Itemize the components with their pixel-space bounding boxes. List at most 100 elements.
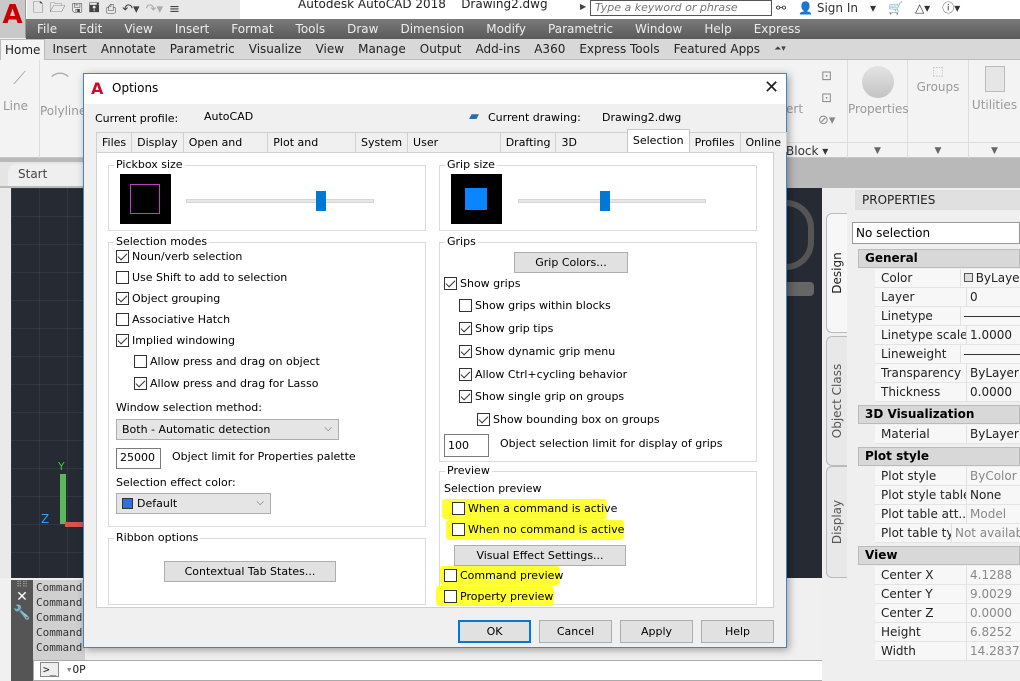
checkbox-box[interactable]: [459, 299, 472, 312]
binoculars-icon[interactable]: ⚯: [776, 1, 786, 15]
ribbon-tab-a360[interactable]: A360: [527, 42, 572, 56]
grip-tips-checkbox[interactable]: Show grip tips: [459, 322, 553, 335]
tab-design[interactable]: Design: [826, 213, 847, 333]
checkbox-box[interactable]: [444, 277, 457, 290]
prop-row[interactable]: Height 6.8252: [875, 623, 1020, 642]
checkbox-box[interactable]: [459, 345, 472, 358]
menu-insert[interactable]: Insert: [164, 22, 220, 36]
prop-row[interactable]: Color ByLayer: [875, 269, 1020, 288]
save-as-icon[interactable]: 🖬: [89, 0, 100, 21]
ribbon-tab-addins[interactable]: Add-ins: [468, 42, 527, 56]
ribbon-tab-annotate[interactable]: Annotate: [94, 42, 163, 56]
checkbox-box[interactable]: [477, 413, 490, 426]
tab-object-class[interactable]: Object Class: [826, 336, 847, 466]
ribbon-tab-visualize[interactable]: Visualize: [242, 42, 309, 56]
checkbox-box[interactable]: [459, 322, 472, 335]
block-panel-footer[interactable]: Block ▾: [786, 142, 847, 158]
object-grouping-checkbox[interactable]: Object grouping: [116, 292, 220, 305]
redo-icon[interactable]: ↷▾: [146, 2, 163, 17]
search-input[interactable]: Type a keyword or phrase: [590, 0, 772, 16]
grip-limit-input[interactable]: 100: [444, 434, 489, 457]
noun-verb-checkbox[interactable]: Noun/verb selection: [116, 250, 242, 263]
group-plot-style[interactable]: Plot style: [858, 447, 1020, 466]
help-button[interactable]: Help: [701, 620, 774, 643]
tab-display[interactable]: Display: [826, 466, 847, 578]
wrench-icon[interactable]: 🔧: [11, 605, 33, 621]
prop-row[interactable]: Center X 4.1288: [875, 566, 1020, 585]
checkbox-box[interactable]: [444, 569, 457, 582]
press-drag-lasso-checkbox[interactable]: Allow press and drag for Lasso: [134, 377, 318, 390]
single-grip-groups-checkbox[interactable]: Show single grip on groups: [459, 390, 624, 403]
menu-tools[interactable]: Tools: [285, 22, 337, 36]
prop-row[interactable]: Center Z 0.0000: [875, 604, 1020, 623]
menu-dimension[interactable]: Dimension: [389, 22, 475, 36]
tab-files[interactable]: Files: [96, 132, 133, 152]
associative-hatch-checkbox[interactable]: Associative Hatch: [116, 313, 230, 326]
prop-row[interactable]: Lineweight: [875, 345, 1020, 364]
menu-parametric[interactable]: Parametric: [537, 22, 624, 36]
prop-row[interactable]: Plot style ByColor: [875, 467, 1020, 486]
utilities-expand-icon[interactable]: ▼: [969, 142, 1020, 158]
prop-row[interactable]: Transparency ByLayer: [875, 364, 1020, 383]
property-preview-checkbox[interactable]: Property preview: [444, 590, 553, 603]
menu-edit[interactable]: Edit: [68, 22, 113, 36]
checkbox-box[interactable]: [459, 368, 472, 381]
command-grip-icon[interactable]: ⠿⠿: [11, 580, 33, 589]
checkbox-box[interactable]: [116, 250, 129, 263]
wcs-menu[interactable]: [786, 282, 814, 296]
a360-icon[interactable]: △▾: [915, 1, 930, 15]
ctrl-cycling-checkbox[interactable]: Allow Ctrl+cycling behavior: [459, 368, 627, 381]
tab-3d-modeling[interactable]: 3D Modeling: [555, 132, 628, 168]
prop-row[interactable]: Width 14.2837: [875, 642, 1020, 661]
preview-no-command-checkbox[interactable]: When no command is active: [452, 523, 624, 536]
ribbon-minimize-icon[interactable]: ⏶▾: [767, 44, 793, 54]
cart-icon[interactable]: 🛒: [888, 1, 903, 15]
ribbon-utilities-panel[interactable]: Utilities ▼: [969, 60, 1020, 158]
ribbon-tab-featured-apps[interactable]: Featured Apps: [667, 42, 767, 56]
selection-dropdown[interactable]: No selection: [852, 222, 1020, 244]
ribbon-tab-parametric[interactable]: Parametric: [163, 42, 242, 56]
checkbox-box[interactable]: [116, 313, 129, 326]
tab-system[interactable]: System: [355, 132, 409, 152]
checkbox-box[interactable]: [116, 292, 129, 305]
prop-row[interactable]: Linetype scale 1.0000: [875, 326, 1020, 345]
sign-in-label[interactable]: Sign In: [817, 1, 858, 15]
application-menu-button[interactable]: A: [0, 0, 26, 38]
recent-commands-icon[interactable]: ▾: [66, 663, 73, 676]
save-icon[interactable]: 🖫: [72, 0, 83, 21]
customize-qat-icon[interactable]: ≡: [169, 2, 180, 17]
search-expand-icon[interactable]: ▶: [580, 2, 586, 11]
contextual-tab-states-button[interactable]: Contextual Tab States...: [164, 561, 336, 582]
menu-draw[interactable]: Draw: [336, 22, 389, 36]
use-shift-checkbox[interactable]: Use Shift to add to selection: [116, 271, 287, 284]
tab-user-preferences[interactable]: User Preferences: [407, 132, 501, 168]
show-grips-checkbox[interactable]: Show grips: [444, 277, 520, 290]
group-general[interactable]: General: [858, 249, 1020, 268]
menu-express[interactable]: Express: [743, 22, 812, 36]
menu-view[interactable]: View: [113, 22, 163, 36]
help-icon[interactable]: ⓘ▾: [942, 0, 960, 16]
menu-file[interactable]: File: [26, 22, 68, 36]
ribbon-tab-home[interactable]: Home: [0, 38, 46, 60]
ribbon-tab-express-tools[interactable]: Express Tools: [572, 42, 666, 56]
prop-row[interactable]: Material ByLayer: [875, 425, 1020, 444]
checkbox-box[interactable]: [134, 355, 147, 368]
ribbon-properties-panel[interactable]: Properties ▼: [848, 60, 909, 158]
ribbon-line-tool[interactable]: ⟋ Line: [0, 60, 40, 158]
prop-row[interactable]: Plot table att... Model: [875, 505, 1020, 524]
tab-selection[interactable]: Selection: [626, 129, 690, 152]
pickbox-slider-track[interactable]: [186, 199, 374, 203]
plot-icon[interactable]: ⎙: [106, 2, 116, 17]
insert-label[interactable]: ert: [786, 102, 803, 116]
block-tools-icons[interactable]: ⊡ ⊡ ⊘▾: [818, 66, 835, 132]
effect-color-dropdown[interactable]: Default ⌵: [116, 493, 271, 514]
dialog-title-bar[interactable]: [84, 74, 786, 104]
bounding-box-groups-checkbox[interactable]: Show bounding box on groups: [477, 413, 660, 426]
dynamic-grip-menu-checkbox[interactable]: Show dynamic grip menu: [459, 345, 615, 358]
checkbox-box[interactable]: [459, 390, 472, 403]
undo-icon[interactable]: ↶▾: [122, 2, 139, 17]
ribbon-groups-panel[interactable]: ⬚ Groups ▼: [908, 60, 969, 158]
tab-drafting[interactable]: Drafting: [499, 132, 557, 152]
start-tab[interactable]: Start: [8, 164, 85, 186]
tab-profiles[interactable]: Profiles: [688, 132, 741, 152]
